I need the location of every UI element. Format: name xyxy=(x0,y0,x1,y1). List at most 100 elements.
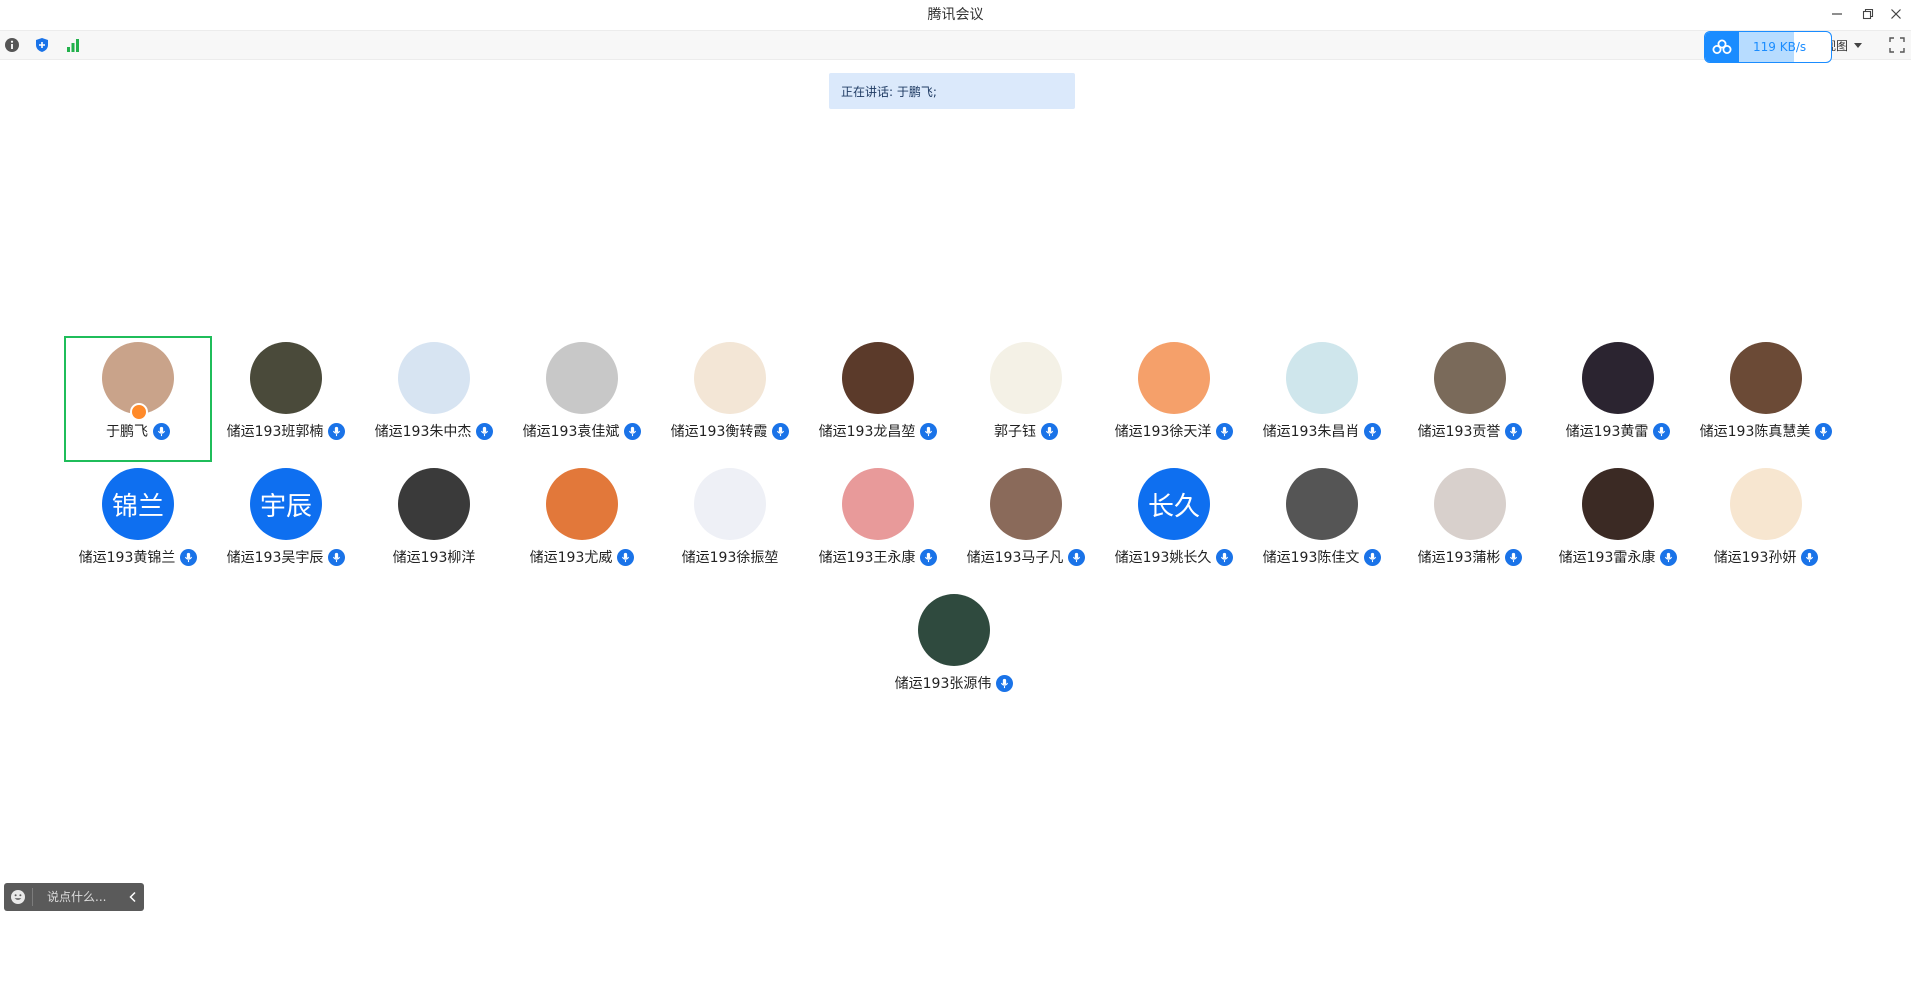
avatar xyxy=(250,342,322,414)
avatar xyxy=(1582,468,1654,540)
participant-tile[interactable]: 储运193陈佳文 xyxy=(1248,462,1396,588)
avatar xyxy=(1286,342,1358,414)
chat-box[interactable]: 说点什么... xyxy=(4,883,144,911)
avatar xyxy=(918,594,990,666)
participant-name-row: 储运193黄锦兰 xyxy=(64,547,212,567)
microphone-icon xyxy=(920,548,938,566)
participant-name-row: 储运193吴宇辰 xyxy=(212,547,360,567)
participant-name-row: 于鹏飞 xyxy=(66,421,210,441)
participant-tile[interactable]: 于鹏飞 xyxy=(64,336,212,462)
avatar xyxy=(842,468,914,540)
close-button[interactable] xyxy=(1879,0,1911,28)
participant-name: 储运193陈佳文 xyxy=(1262,550,1360,566)
participant-tile[interactable]: 储运193蒲彬 xyxy=(1396,462,1544,588)
chevron-left-icon[interactable] xyxy=(122,883,144,911)
participant-name: 储运193班郭楠 xyxy=(226,424,324,440)
avatar xyxy=(694,342,766,414)
participant-tile[interactable]: 储运193朱昌肖 xyxy=(1248,336,1396,462)
avatar-initials: 锦兰 xyxy=(111,491,164,522)
participant-grid: 于鹏飞 储运193班郭楠 储运193朱中杰 储运193袁佳斌 储运193衡转霞 储运193… xyxy=(64,336,1844,714)
participant-name: 储运193张源伟 xyxy=(894,676,992,692)
signal-icon[interactable] xyxy=(65,37,81,53)
avatar xyxy=(1434,468,1506,540)
participant-name: 储运193徐振堃 xyxy=(681,550,779,566)
microphone-icon xyxy=(1364,548,1382,566)
participant-name-row: 储运193王永康 xyxy=(804,547,952,567)
chat-input[interactable]: 说点什么... xyxy=(33,883,122,911)
participant-tile[interactable]: 储运193贡誉 xyxy=(1396,336,1544,462)
microphone-icon xyxy=(328,422,346,440)
title-bar: 腾讯会议 xyxy=(0,0,1911,28)
avatar-initials: 宇辰 xyxy=(259,491,312,522)
microphone-icon xyxy=(1041,422,1058,440)
participant-tile[interactable]: 储运193徐振堃 xyxy=(656,462,804,588)
participant-name-row: 储运193班郭楠 xyxy=(212,421,360,441)
participant-name: 郭子钰 xyxy=(994,424,1036,440)
participant-tile[interactable]: 储运193班郭楠 xyxy=(212,336,360,462)
participant-name: 于鹏飞 xyxy=(106,424,148,440)
participant-tile[interactable]: 储运193柳洋 xyxy=(360,462,508,588)
speaking-text: 正在讲话: 于鹏飞; xyxy=(841,84,937,99)
meeting-toolbar: 视图 xyxy=(0,30,1911,60)
participant-tile[interactable]: 储运193黄雷 xyxy=(1544,336,1692,462)
microphone-icon xyxy=(328,548,346,566)
cloud-icon xyxy=(1705,32,1739,62)
participant-name-row: 储运193雷永康 xyxy=(1544,547,1692,567)
microphone-icon xyxy=(920,422,938,440)
microphone-icon xyxy=(996,674,1014,692)
participant-tile[interactable]: 储运193王永康 xyxy=(804,462,952,588)
participant-tile[interactable]: 储运193孙妍 xyxy=(1692,462,1840,588)
participant-name-row: 储运193龙昌堃 xyxy=(804,421,952,441)
microphone-icon xyxy=(476,422,494,440)
minimize-button[interactable] xyxy=(1820,0,1854,28)
avatar xyxy=(990,342,1062,414)
microphone-icon xyxy=(1801,548,1819,566)
participant-tile[interactable]: 储运193徐天洋 xyxy=(1100,336,1248,462)
participant-tile[interactable]: 储运193龙昌堃 xyxy=(804,336,952,462)
minimize-icon xyxy=(1832,13,1842,15)
participant-tile[interactable]: 储运193尤威 xyxy=(508,462,656,588)
avatar xyxy=(694,468,766,540)
participant-tile[interactable]: 宇辰储运193吴宇辰 xyxy=(212,462,360,588)
participant-name: 储运193王永康 xyxy=(818,550,916,566)
participant-name: 储运193雷永康 xyxy=(1558,550,1656,566)
info-icon[interactable] xyxy=(4,37,20,53)
participant-name-row: 储运193黄雷 xyxy=(1544,421,1692,441)
participant-tile[interactable]: 锦兰储运193黄锦兰 xyxy=(64,462,212,588)
speaking-indicator: 正在讲话: 于鹏飞; xyxy=(829,73,1075,109)
microphone-icon xyxy=(772,422,790,440)
participant-name: 储运193黄雷 xyxy=(1565,424,1649,440)
close-icon xyxy=(1891,9,1901,19)
participant-name: 储运193朱中杰 xyxy=(374,424,472,440)
participant-row: 储运193张源伟 xyxy=(64,588,1844,714)
avatar xyxy=(1286,468,1358,540)
participant-tile[interactable]: 储运193衡转霞 xyxy=(656,336,804,462)
participant-name-row: 储运193衡转霞 xyxy=(656,421,804,441)
participant-name-row: 储运193贡誉 xyxy=(1396,421,1544,441)
participant-name: 储运193徐天洋 xyxy=(1114,424,1212,440)
participant-name: 储运193尤威 xyxy=(529,550,613,566)
participant-tile[interactable]: 储运193雷永康 xyxy=(1544,462,1692,588)
participant-tile[interactable]: 储运193张源伟 xyxy=(880,588,1028,714)
network-speed-widget[interactable]: 119 KB/s xyxy=(1704,31,1832,63)
microphone-icon xyxy=(617,548,635,566)
avatar-initials: 长久 xyxy=(1147,491,1200,522)
shield-icon[interactable] xyxy=(34,37,50,53)
meeting-window: 腾讯会议 视图 119 KB/s 正在讲话: 于鹏飞; 于鹏飞 储运193班郭楠… xyxy=(0,0,1911,989)
smiley-icon[interactable] xyxy=(4,883,32,911)
participant-tile[interactable]: 储运193朱中杰 xyxy=(360,336,508,462)
participant-name-row: 储运193陈真慧美 xyxy=(1692,421,1840,441)
fullscreen-button[interactable] xyxy=(1888,36,1906,54)
participant-name-row: 储运193马子凡 xyxy=(952,547,1100,567)
participant-name-row: 储运193姚长久 xyxy=(1100,547,1248,567)
participant-tile[interactable]: 郭子钰 xyxy=(952,336,1100,462)
participant-name: 储运193朱昌肖 xyxy=(1262,424,1360,440)
participant-tile[interactable]: 储运193陈真慧美 xyxy=(1692,336,1840,462)
avatar: 宇辰 xyxy=(250,468,322,540)
participant-tile[interactable]: 长久储运193姚长久 xyxy=(1100,462,1248,588)
avatar xyxy=(990,468,1062,540)
participant-tile[interactable]: 储运193袁佳斌 xyxy=(508,336,656,462)
participant-tile[interactable]: 储运193马子凡 xyxy=(952,462,1100,588)
chevron-down-icon xyxy=(1854,42,1863,48)
avatar: 锦兰 xyxy=(102,468,174,540)
